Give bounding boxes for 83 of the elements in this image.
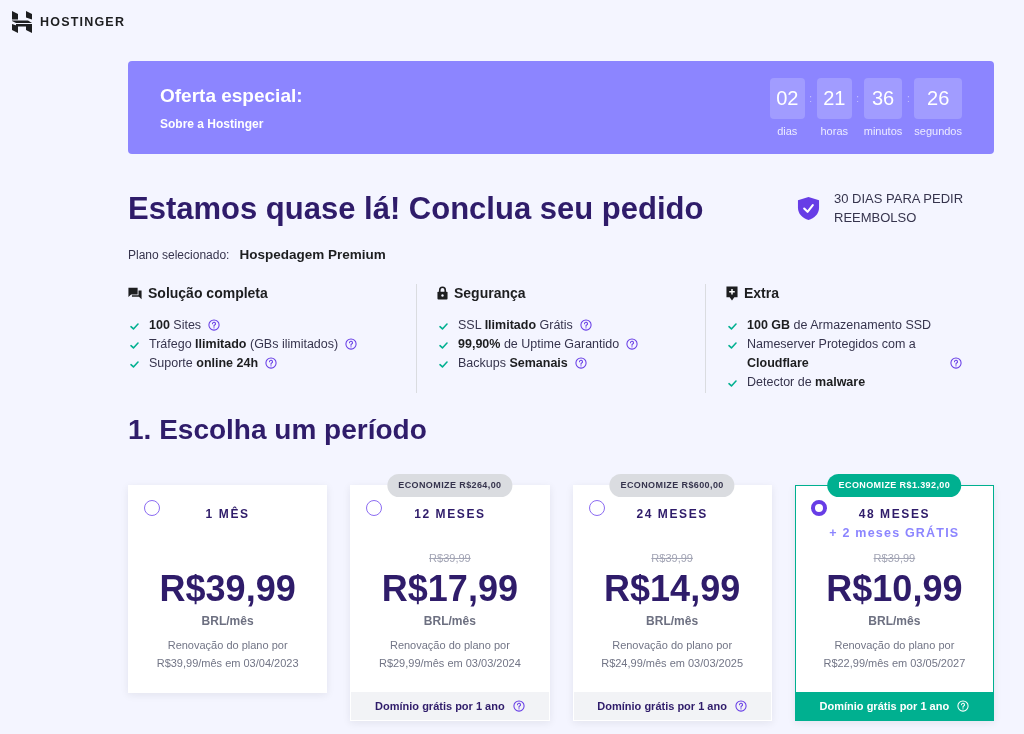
help-icon[interactable] — [265, 357, 278, 369]
domain-text: Domínio grátis por 1 ano — [375, 700, 505, 712]
plan-period: 24 MESES — [635, 506, 709, 522]
radio-button[interactable] — [588, 500, 605, 516]
plan-card[interactable]: 1 MÊS R$39,99 BRL/mês Renovação do plano por R$39,99/mês em 03/04/2023 — [128, 485, 328, 693]
feature-heading: Extra — [744, 284, 780, 302]
help-icon[interactable] — [626, 338, 639, 350]
feature-text: Suporte online 24h — [149, 355, 259, 372]
feature-text: 99,90% de Uptime Garantido — [458, 336, 620, 353]
check-icon — [130, 342, 139, 349]
check-icon — [130, 361, 139, 368]
check-icon — [439, 323, 448, 330]
renewal-text: Renovação do plano por R$29,99/mês em 03/03/2024 — [377, 638, 522, 671]
check-icon — [728, 342, 737, 349]
renewal-text: Renovação do plano por R$39,99/mês em 03/04/2023 — [155, 638, 300, 671]
savings-badge: ECONOMIZE R$1.392,00 — [827, 474, 962, 497]
price-unit: BRL/mês — [422, 613, 477, 629]
domain-text: Domínio grátis por 1 ano — [597, 700, 727, 712]
countdown-value: 36 — [863, 77, 903, 119]
countdown-value: 26 — [914, 77, 962, 119]
countdown-unit: horas — [819, 123, 849, 138]
savings-badge: ECONOMIZE R$600,00 — [609, 474, 735, 497]
radio-button[interactable] — [366, 500, 383, 516]
bonus-text: + 2 meses GRÁTIS — [828, 524, 961, 542]
plan-period: 12 MESES — [413, 506, 487, 522]
check-icon — [728, 323, 737, 330]
price: R$14,99 — [603, 569, 742, 609]
help-icon[interactable] — [574, 357, 587, 369]
plan-period: 48 MESES — [857, 506, 932, 522]
countdown-unit: segundos — [914, 123, 962, 138]
price-unit: BRL/mês — [200, 613, 255, 629]
old-price: R$39,99 — [429, 552, 471, 564]
countdown-separator: : — [855, 91, 861, 106]
check-icon — [439, 342, 448, 349]
old-price: R$39,99 — [873, 552, 916, 564]
help-icon[interactable] — [208, 319, 221, 331]
guarantee-text: 30 DIAS PARA PEDIR REEMBOLSO — [834, 190, 965, 227]
help-icon[interactable] — [579, 319, 592, 331]
old-price: R$39,99 — [651, 552, 693, 564]
countdown-separator: : — [808, 91, 814, 106]
domain-text: Domínio grátis por 1 ano — [819, 700, 950, 712]
price: R$17,99 — [380, 569, 519, 609]
plan-name: Hospedagem Premium — [239, 246, 386, 264]
radio-button[interactable] — [144, 500, 160, 516]
check-icon — [439, 361, 448, 368]
price-unit: BRL/mês — [645, 613, 700, 629]
feature-text: Tráfego Ilimitado (GBs ilimitados) — [149, 336, 339, 353]
shield-check-icon — [797, 195, 820, 221]
renewal-text: Renovação do plano por R$24,99/mês em 03/03/2025 — [600, 638, 745, 671]
feature-text: 100 Sites — [149, 317, 202, 334]
countdown-separator: : — [905, 91, 911, 106]
page-heading: Estamos quase lá! Conclua seu pedido — [128, 192, 704, 226]
price: R$10,99 — [825, 569, 964, 609]
feature-text: Backups Semanais — [458, 355, 568, 372]
plan-period: 1 MÊS — [204, 506, 251, 522]
renewal-text: Renovação do plano por R$22,99/mês em 03/05/2027 — [822, 638, 967, 671]
countdown-unit: minutos — [863, 123, 903, 138]
lock-icon — [437, 286, 448, 300]
plan-label: Plano selecionado: — [128, 247, 230, 264]
help-icon[interactable] — [512, 700, 525, 712]
check-icon — [728, 380, 737, 387]
check-icon — [130, 323, 139, 330]
feature-text: SSL Ilimitado Grátis — [458, 317, 573, 334]
radio-button[interactable] — [810, 500, 827, 516]
section-heading: 1. Escolha um período — [128, 413, 427, 447]
feature-heading: Solução completa — [148, 284, 268, 302]
feature-text: Detector de malware — [747, 374, 866, 391]
help-icon[interactable] — [345, 338, 358, 350]
countdown-unit: dias — [776, 123, 799, 138]
price-unit: BRL/mês — [867, 613, 922, 629]
help-icon[interactable] — [734, 700, 747, 712]
offer-title: Oferta especial: — [160, 83, 303, 108]
savings-badge: ECONOMIZE R$264,00 — [387, 474, 513, 497]
logo-text: HOSTINGER — [40, 14, 126, 30]
help-icon[interactable] — [950, 357, 962, 369]
feature-heading: Segurança — [454, 284, 526, 302]
feature-text: 100 GB de Armazenamento SSD — [747, 317, 932, 334]
logo-icon[interactable] — [12, 11, 32, 33]
countdown-value: 02 — [769, 77, 805, 119]
plus-tag-icon — [726, 285, 738, 301]
chat-icon — [128, 286, 142, 300]
price: R$39,99 — [158, 569, 297, 609]
countdown-value: 21 — [816, 77, 852, 119]
